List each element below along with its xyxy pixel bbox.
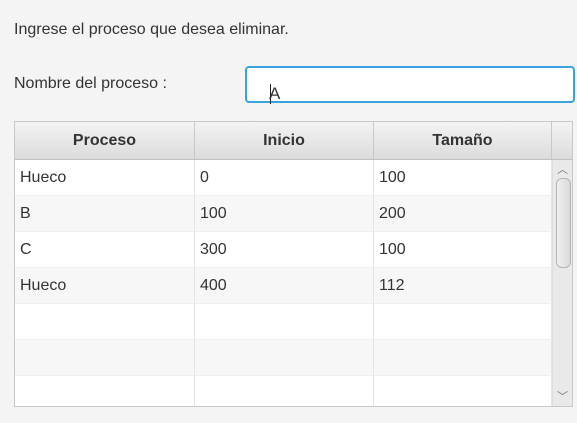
empty-cell: [374, 340, 552, 375]
empty-cell: [15, 340, 195, 375]
cell-proceso: C: [15, 232, 195, 267]
table-row[interactable]: Hueco 0 100: [15, 160, 552, 196]
process-name-input[interactable]: A: [245, 66, 575, 104]
table-row[interactable]: B 100 200: [15, 196, 552, 232]
column-header-inicio[interactable]: Inicio: [195, 122, 374, 159]
empty-cell: [195, 340, 374, 375]
empty-row: [15, 304, 552, 340]
column-header-tamano[interactable]: Tamaño: [374, 122, 552, 159]
empty-cell: [195, 304, 374, 339]
cell-proceso: Hueco: [15, 268, 195, 303]
cell-tamano: 100: [374, 160, 552, 195]
cell-inicio: 300: [195, 232, 374, 267]
cell-tamano: 100: [374, 232, 552, 267]
empty-cell: [374, 304, 552, 339]
table-row[interactable]: Hueco 400 112: [15, 268, 552, 304]
cell-inicio: 100: [195, 196, 374, 231]
empty-row: [15, 340, 552, 376]
scroll-up-icon[interactable]: ︿: [557, 161, 568, 177]
cell-proceso: Hueco: [15, 160, 195, 195]
cell-inicio: 400: [195, 268, 374, 303]
table-row[interactable]: C 300 100: [15, 232, 552, 268]
text-caret: [270, 84, 271, 104]
cell-inicio: 0: [195, 160, 374, 195]
vertical-scrollbar[interactable]: ︿ ﹀: [552, 160, 572, 406]
table-header: Proceso Inicio Tamaño: [15, 122, 572, 160]
cell-tamano: 200: [374, 196, 552, 231]
column-header-filler: [552, 122, 572, 159]
cell-tamano: 112: [374, 268, 552, 303]
cell-proceso: B: [15, 196, 195, 231]
empty-cell: [374, 376, 552, 406]
process-name-label: Nombre del proceso :: [14, 75, 167, 92]
scroll-down-icon[interactable]: ﹀: [557, 388, 568, 404]
column-header-proceso[interactable]: Proceso: [15, 122, 195, 159]
empty-cell: [15, 376, 195, 406]
empty-row: [15, 376, 552, 406]
instruction-text: Ingrese el proceso que desea eliminar.: [14, 21, 289, 38]
empty-cell: [195, 376, 374, 406]
table-body: Hueco 0 100 B 100 200 C 300 100 Hueco 400 112: [15, 160, 552, 406]
scrollbar-thumb[interactable]: [556, 178, 571, 268]
empty-cell: [15, 304, 195, 339]
process-table[interactable]: Proceso Inicio Tamaño Hueco 0 100 B 100 200 …: [14, 121, 573, 407]
